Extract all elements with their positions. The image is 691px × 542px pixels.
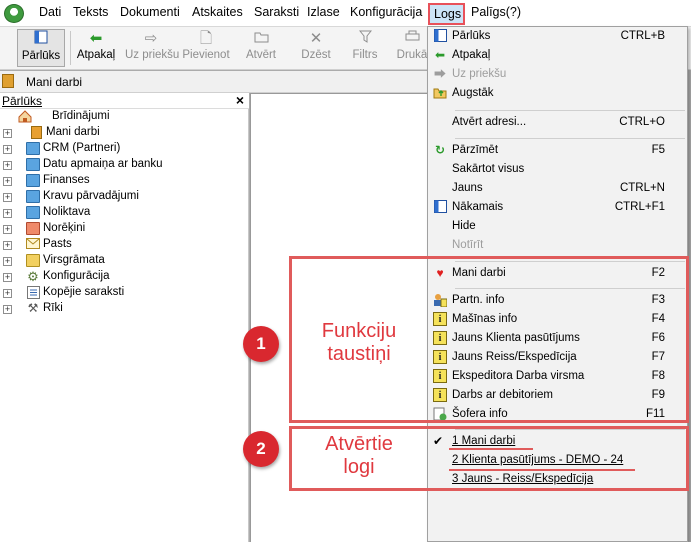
logs-menu-atvert-adresi[interactable]: Atvērt adresi... CTRL+O xyxy=(428,113,687,132)
expand-icon[interactable]: + xyxy=(3,209,12,218)
folder-up-icon xyxy=(433,86,447,100)
tree-item-datu-apmaina[interactable]: + Datu apmaiņa ar banku xyxy=(0,157,249,173)
folder-icon xyxy=(26,190,40,203)
callout-badge-2: 2 xyxy=(243,431,279,467)
tree-item-crm[interactable]: + CRM (Partneri) xyxy=(0,141,249,157)
arrow-left-icon: ⬅ xyxy=(89,30,103,47)
browser-panel-header: Pārlūks × xyxy=(0,92,249,109)
logs-menu-uz-prieksu[interactable]: ⮕ Uz priekšu xyxy=(428,65,687,84)
tree-item-konfiguracija[interactable]: + ⚙ Konfigurācija xyxy=(0,269,249,285)
list-icon xyxy=(26,286,40,299)
new-document-icon: 🗋 xyxy=(199,30,213,47)
folder-icon xyxy=(26,254,40,267)
document-tabstrip: Mani darbi xyxy=(0,71,427,93)
tab-mani-darbi[interactable]: Mani darbi xyxy=(26,75,82,89)
expand-icon[interactable]: + xyxy=(3,225,12,234)
toolbar-atvert-button[interactable]: Atvērt xyxy=(243,29,279,67)
browser-panel: Pārlūks × Brīdinājumi + Mani darbi + CRM… xyxy=(0,92,249,542)
expand-icon[interactable]: + xyxy=(3,257,12,266)
close-icon[interactable]: × xyxy=(236,92,244,108)
logs-menu-notirit[interactable]: Notīrīt xyxy=(428,236,687,255)
logs-menu-atpakal[interactable]: ⬅ Atpakaļ xyxy=(428,46,687,65)
menu-saraksti[interactable]: Saraksti xyxy=(254,5,299,19)
menu-izlase[interactable]: Izlase xyxy=(307,5,340,19)
tree-item-noliktava[interactable]: + Noliktava xyxy=(0,205,249,221)
arrow-right-icon: ⇨ xyxy=(144,30,158,47)
folder-icon xyxy=(26,142,40,155)
expand-icon[interactable]: + xyxy=(3,241,12,250)
arrow-right-icon: ⮕ xyxy=(433,67,446,81)
expand-icon[interactable]: + xyxy=(3,273,12,282)
menu-separator xyxy=(455,110,685,111)
menu-konfiguracija[interactable]: Konfigurācija xyxy=(350,5,422,19)
house-icon xyxy=(18,110,32,123)
gear-icon: ⚙ xyxy=(27,269,39,284)
toolbar-filtrs-button[interactable]: Filtrs xyxy=(351,29,379,67)
logs-menu-hide[interactable]: Hide xyxy=(428,217,687,236)
open-folder-icon xyxy=(243,29,279,49)
window-1-underline xyxy=(449,448,533,450)
tree-item-kravu-parvadajumi[interactable]: + Kravu pārvadājumi xyxy=(0,189,249,205)
tree-item-kopejie-saraksti[interactable]: + Kopējie saraksti xyxy=(0,285,249,301)
logs-menu-parzimet[interactable]: ↻ Pārzīmēt F5 xyxy=(428,141,687,160)
expand-icon[interactable]: + xyxy=(3,177,12,186)
delete-x-icon: ✕ xyxy=(309,30,323,47)
arrow-left-icon: ⬅ xyxy=(434,48,446,62)
expand-icon[interactable]: + xyxy=(3,305,12,314)
tree-item-mani-darbi[interactable]: + Mani darbi xyxy=(0,125,249,141)
toolbar-atpakal-button[interactable]: ⬅ Atpakaļ xyxy=(75,29,117,67)
expand-icon[interactable]: + xyxy=(3,161,12,170)
folder-icon xyxy=(26,206,40,219)
folder-icon xyxy=(26,158,40,171)
app-logo-icon[interactable] xyxy=(4,4,24,23)
callout-text-2: Atvērtie logi xyxy=(325,433,393,478)
toolbar-dzest-button[interactable]: ✕ Dzēst xyxy=(299,29,333,67)
tree-item-virsgramata[interactable]: + Virsgrāmata xyxy=(0,253,249,269)
toolbar-druka-button[interactable]: Drukā xyxy=(396,29,428,67)
menu-separator xyxy=(455,138,685,139)
expand-icon[interactable]: + xyxy=(3,289,12,298)
menu-logs[interactable]: Logs xyxy=(428,3,465,25)
logs-menu-sakartot-visus[interactable]: Sakārtot visus xyxy=(428,160,687,179)
callout-text-1: Funkciju taustiņi xyxy=(321,320,397,365)
tree-item-pasts[interactable]: + Pasts xyxy=(0,237,249,253)
navigation-tree: Brīdinājumi + Mani darbi + CRM (Partneri… xyxy=(0,109,249,317)
my-work-icon xyxy=(2,74,14,88)
toolbar-uz-prieksu-button[interactable]: ⇨ Uz priekšu xyxy=(125,29,179,67)
window-2-underline xyxy=(449,469,635,471)
expand-icon[interactable]: + xyxy=(3,145,12,154)
browser-panel-title: Pārlūks xyxy=(2,94,43,108)
toolbar-parluks-button[interactable]: Pārlūks xyxy=(17,29,65,67)
browser-panel-icon xyxy=(18,30,64,50)
menu-paligs[interactable]: Palīgs(?) xyxy=(471,5,521,19)
folder-icon xyxy=(26,174,40,187)
tree-item-finanses[interactable]: + Finanses xyxy=(0,173,249,189)
expand-icon[interactable]: + xyxy=(3,193,12,202)
printer-icon xyxy=(396,29,428,49)
logs-menu-augstak[interactable]: Augstāk xyxy=(428,84,687,103)
my-work-icon xyxy=(31,126,42,139)
callout-badge-1: 1 xyxy=(243,326,279,362)
refresh-icon: ↻ xyxy=(434,143,446,157)
tools-icon: ⚒ xyxy=(27,301,39,315)
browser-panel-icon xyxy=(433,29,447,43)
toolbar-separator xyxy=(70,31,71,65)
menubar: Dati Teksts Dokumenti Atskaites Saraksti… xyxy=(0,0,691,27)
logs-menu-parluks[interactable]: Pārlūks CTRL+B xyxy=(428,27,687,46)
next-window-icon xyxy=(433,200,447,214)
tree-item-riki[interactable]: + ⚒ Rīki xyxy=(0,301,249,317)
menu-dati[interactable]: Dati xyxy=(39,5,61,19)
logs-menu-jauns[interactable]: Jauns CTRL+N xyxy=(428,179,687,198)
menu-atskaites[interactable]: Atskaites xyxy=(192,5,243,19)
expand-icon[interactable]: + xyxy=(3,129,12,138)
menu-dokumenti[interactable]: Dokumenti xyxy=(120,5,180,19)
envelope-icon xyxy=(26,238,40,251)
tree-item-bridinajumi[interactable]: Brīdinājumi xyxy=(0,109,249,125)
logs-menu-nakamais[interactable]: Nākamais CTRL+F1 xyxy=(428,198,687,217)
tree-item-norekini[interactable]: + Norēķini xyxy=(0,221,249,237)
folder-icon xyxy=(26,222,40,235)
menu-teksts[interactable]: Teksts xyxy=(73,5,108,19)
filter-funnel-icon xyxy=(351,29,379,49)
toolbar-pievienot-button[interactable]: 🗋 Pievienot xyxy=(182,29,230,67)
